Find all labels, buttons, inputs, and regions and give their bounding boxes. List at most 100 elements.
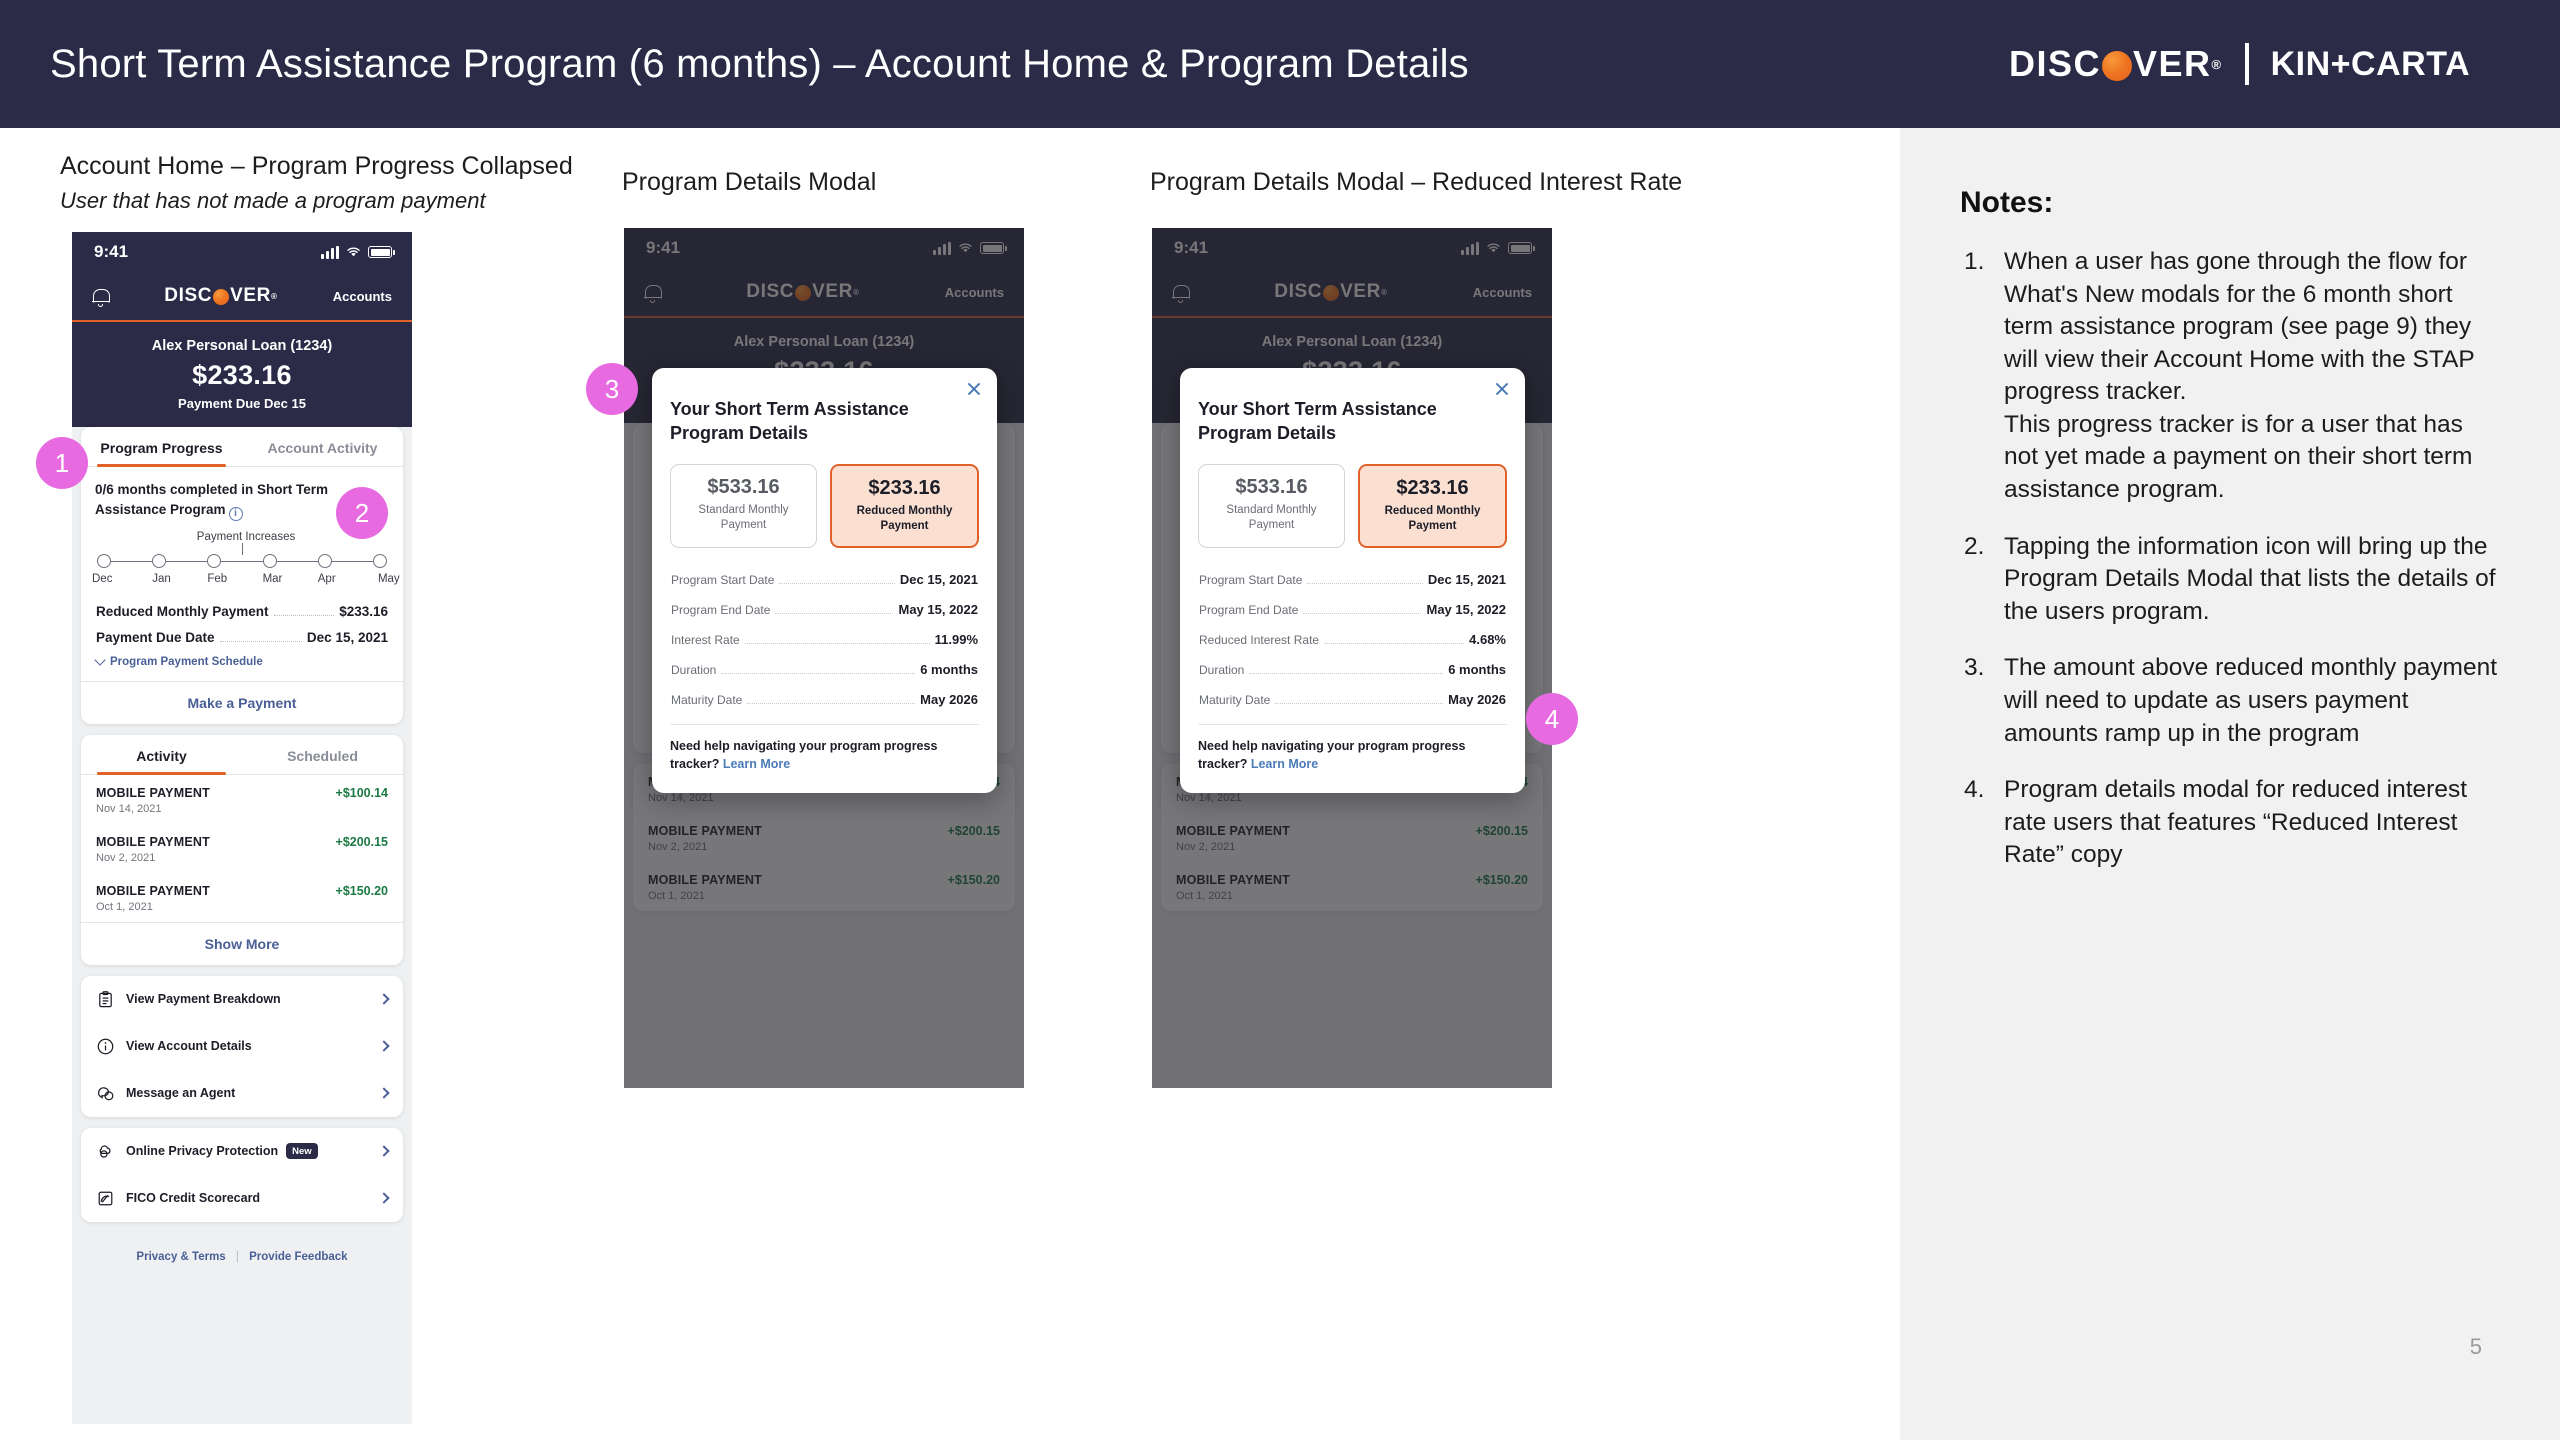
standard-payment-amount: $533.16: [707, 475, 780, 498]
chevron-right-icon: [378, 1192, 390, 1204]
caption-account-home-sub: User that has not made a program payment: [60, 188, 486, 213]
activity-row[interactable]: MOBILE PAYMENT Nov 14, 2021 +$100.14: [81, 775, 403, 824]
modal-detail-row: Program Start Date Dec 15, 2021: [670, 564, 979, 594]
tab-program-progress[interactable]: Program Progress: [81, 427, 242, 467]
detail-key: Maturity Date: [671, 692, 743, 707]
privacy-terms-link[interactable]: Privacy & Terms: [136, 1251, 225, 1263]
note-item: Program details modal for reduced intere…: [1960, 774, 2500, 872]
tab-activity[interactable]: Activity: [81, 735, 242, 775]
detail-key: Program End Date: [1199, 602, 1299, 617]
reduced-payment-card: $233.16 Reduced Monthly Payment: [1358, 463, 1507, 548]
activity-date: Oct 1, 2021: [96, 900, 153, 913]
program-details-modal: Your Short Term Assistance Program Detai…: [652, 368, 997, 794]
note-text: Program details modal for reduced intere…: [2004, 776, 2467, 869]
detail-key: Duration: [671, 662, 717, 677]
program-payment-schedule-toggle[interactable]: Program Payment Schedule: [81, 647, 403, 681]
footer-links: Privacy & Terms | Provide Feedback: [81, 1233, 403, 1279]
detail-leader: [721, 672, 916, 674]
app-bar: DISCVER® Accounts: [72, 272, 412, 322]
clipboard-icon: [96, 990, 115, 1009]
show-more-button[interactable]: Show More: [81, 921, 403, 965]
detail-value: May 2026: [920, 691, 978, 707]
close-icon[interactable]: [966, 381, 982, 397]
gauge-icon: [96, 1189, 115, 1208]
logo-divider: [2244, 43, 2249, 85]
accounts-link[interactable]: Accounts: [333, 289, 392, 304]
menu-item-online-privacy-protection[interactable]: Online Privacy Protection New: [81, 1128, 403, 1175]
menu-label: FICO Credit Scorecard: [126, 1191, 261, 1206]
info-circle-icon: [96, 1037, 115, 1056]
detail-value: 4.68%: [1469, 631, 1506, 647]
activity-row[interactable]: MOBILE PAYMENT Oct 1, 2021 +$150.20: [81, 873, 403, 922]
detail-row: Payment Due Date Dec 15, 2021: [81, 621, 403, 647]
learn-more-link[interactable]: Learn More: [723, 757, 790, 771]
chevron-right-icon: [378, 993, 390, 1005]
activity-card: Activity Scheduled MOBILE PAYMENT Nov 14…: [81, 734, 403, 965]
notes-title: Notes:: [1960, 186, 2054, 219]
provide-feedback-link[interactable]: Provide Feedback: [249, 1251, 347, 1263]
detail-value: 11.99%: [934, 631, 978, 647]
page-title: Short Term Assistance Program (6 months)…: [50, 41, 1469, 86]
detail-leader: [1324, 642, 1465, 644]
tab-account-activity[interactable]: Account Activity: [242, 427, 403, 466]
make-a-payment-button[interactable]: Make a Payment: [81, 680, 403, 724]
detail-row: Reduced Monthly Payment $233.16: [81, 595, 403, 621]
menu-item-view-payment-breakdown[interactable]: View Payment Breakdown: [81, 976, 403, 1023]
chevron-down-icon: [94, 654, 106, 666]
detail-key: Payment Due Date: [96, 629, 215, 645]
menu-item-message-an-agent[interactable]: Message an Agent: [81, 1070, 403, 1117]
new-badge: New: [286, 1143, 318, 1160]
tracker-dot: [152, 553, 167, 568]
note-text: When a user has gone through the flow fo…: [2004, 248, 2475, 406]
detail-value: Dec 15, 2021: [1427, 571, 1506, 587]
reduced-payment-label: Reduced Monthly Payment: [856, 504, 953, 532]
modal-detail-row: Maturity Date May 2026: [1198, 684, 1507, 714]
activity-amount: +$150.20: [335, 883, 388, 898]
learn-more-link[interactable]: Learn More: [1251, 757, 1318, 771]
notes-panel: Notes: When a user has gone through the …: [1900, 128, 2560, 1440]
account-amount: $233.16: [192, 360, 292, 390]
phone-account-home: 9:41 DISC VER ® Accounts Alex Personal L…: [72, 232, 412, 1424]
tracker-month: Apr: [317, 572, 336, 585]
annotation-marker-1: 1: [36, 437, 88, 489]
info-circle-icon[interactable]: i: [228, 506, 243, 521]
detail-key: Reduced Interest Rate: [1199, 632, 1320, 647]
activity-tabs: Activity Scheduled: [81, 735, 403, 775]
annotation-marker-4: 4: [1526, 693, 1578, 745]
modal-detail-row: Duration 6 months: [670, 654, 979, 684]
activity-row[interactable]: MOBILE PAYMENT Nov 2, 2021 +$200.15: [81, 824, 403, 873]
reduced-payment-amount: $233.16: [1396, 476, 1469, 499]
detail-leader: [1275, 702, 1444, 704]
modal-detail-row: Program Start Date Dec 15, 2021: [1198, 564, 1507, 594]
tracker-line: [104, 560, 380, 562]
modal-divider: [1198, 723, 1507, 725]
activity-title: MOBILE PAYMENT: [96, 785, 210, 800]
tracker-dot: [372, 553, 387, 568]
phone-program-details-modal-reduced: 9:41 DISCVER® Accounts: [1152, 228, 1552, 1088]
menu-item-view-account-details[interactable]: View Account Details: [81, 1023, 403, 1070]
discover-orb-icon: [2102, 51, 2132, 81]
tracker-month: Jan: [152, 572, 171, 585]
menu-label: View Account Details: [126, 1039, 252, 1054]
detail-value: 6 months: [1448, 661, 1506, 677]
activity-title: MOBILE PAYMENT: [96, 883, 210, 898]
payment-comparison: $533.16 Standard Monthly Payment $233.16…: [670, 463, 979, 548]
standard-payment-card: $533.16 Standard Monthly Payment: [1198, 463, 1345, 548]
menu-item-fico-credit-scorecard[interactable]: FICO Credit Scorecard: [81, 1175, 403, 1222]
notification-bell-icon[interactable]: [92, 287, 110, 307]
page-number: 5: [2469, 1334, 2482, 1359]
caption-account-home: Account Home – Program Progress Collapse…: [60, 152, 573, 180]
detail-value: May 15, 2022: [1426, 601, 1506, 617]
tracker-month: Mar: [262, 572, 283, 585]
tracker-dot: [207, 553, 222, 568]
detail-leader: [747, 702, 916, 704]
close-icon[interactable]: [1494, 381, 1510, 397]
privacy-cloud-icon: [96, 1142, 115, 1161]
cellular-signal-icon: [321, 245, 339, 259]
help-copy: Need help navigating your program progre…: [670, 738, 938, 771]
discover-logo: DISC VER ®: [2008, 43, 2223, 84]
modal-divider: [670, 723, 979, 725]
status-bar: 9:41: [72, 232, 412, 272]
tab-scheduled[interactable]: Scheduled: [242, 735, 403, 774]
modal-help-text: Need help navigating your program progre…: [670, 737, 979, 773]
